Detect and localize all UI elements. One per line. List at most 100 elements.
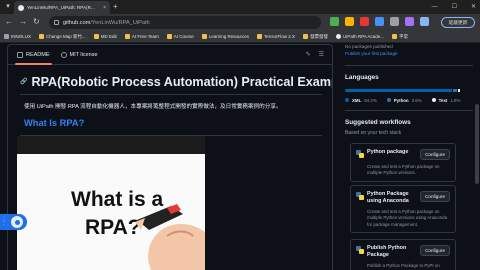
python-logo-icon [356,246,364,254]
workflow-title: Python package [367,149,409,155]
publish-package-link[interactable]: Publish your first package [345,51,473,58]
new-tab-button[interactable]: + [113,2,118,12]
whiteboard-illustration: What is a RPA? [17,154,205,270]
browser-tab-active[interactable]: YenLinWu/RPA_UiPath: RPA(R... × [14,1,110,14]
forward-button[interactable]: → [19,17,27,27]
extension-icon[interactable] [405,17,414,26]
video-thumbnail[interactable]: What is a RPA? [17,136,205,270]
language-name: Python [393,97,409,103]
language-dot-icon [431,98,436,102]
readme-tabs: README MIT license ✎ ☰ [8,45,332,65]
bookmark-label: TensorFlow 2.X [264,34,296,39]
readme-title-text: RPA(Robotic Process Automation) Practica… [31,74,333,89]
bookmarks-bar: INNOLUX Change Map 新竹... MD Edit AI Free… [0,31,480,43]
bookmark-label: AI Course [173,34,194,39]
divider [345,110,473,111]
github-favicon-icon [18,4,24,11]
languages-heading: Languages [345,74,379,81]
extension-icon[interactable] [345,17,354,26]
update-button[interactable]: 延緩更新 [441,17,475,28]
url-host: github.com [63,19,91,26]
bookmark-item[interactable]: UiPath RPA Acade... [336,34,384,39]
floating-assistant-button[interactable]: ⋮ ⋮ [0,214,27,230]
bookmark-item[interactable]: INNOLUX [4,34,31,39]
assistant-icon [11,216,23,228]
folder-icon [124,34,130,39]
repo-sidebar: No packages published Publish your first… [345,44,473,270]
browser-toolbar: ← → ↻ github.com/YenLinWu/RPA_UiPath 延緩更… [0,14,480,31]
configure-button[interactable]: Configure [420,149,450,160]
language-item[interactable]: XML 94.2% [345,97,377,103]
language-bar-segment [457,89,460,92]
outline-icon[interactable]: ☰ [319,51,324,59]
url-text: github.com/YenLinWu/RPA_UiPath [63,20,150,26]
configure-button[interactable]: Configure [420,191,450,202]
tab-license-label: MIT license [69,51,98,58]
language-dot-icon [345,98,349,102]
extension-icon[interactable] [360,17,369,26]
close-window-button[interactable]: ✕ [471,2,476,12]
tab-readme[interactable]: README [15,45,52,65]
browser-tab-title: YenLinWu/RPA_UiPath: RPA(R... [27,5,95,10]
tab-readme-label: README [26,51,50,58]
language-percent: 94.2% [364,97,377,103]
anchor-link-icon[interactable]: 🔗 [20,78,27,85]
github-icon [336,34,342,39]
language-item[interactable]: Python 3.6% [386,97,422,103]
bookmark-item[interactable]: TensorFlow 2.X [257,34,295,39]
language-percent: 3.6% [411,97,422,103]
maximize-button[interactable]: ☐ [452,2,457,12]
extension-icon[interactable] [375,17,384,26]
bookmark-item[interactable]: Change Map 新竹... [39,34,86,40]
bookmark-item[interactable]: 發票發發 [303,34,328,40]
workflow-title: Python Package using Anaconda [367,191,409,204]
workflow-card: Python Package using Anaconda Configure … [350,185,456,234]
language-name: XML [352,97,362,103]
url-path: /YenLinWu/RPA_UiPath [90,19,150,26]
language-name: Text [438,97,448,103]
language-bar [345,89,461,92]
bookmark-label: 平常 [399,33,409,39]
readme-actions: ✎ ☰ [306,51,324,59]
extensions-row [330,17,429,26]
bookmark-item[interactable]: 平常 [392,34,408,40]
bookmark-item[interactable]: Learning Resources [201,34,249,39]
tab-search-button[interactable]: ▾ [3,2,13,12]
folder-icon [392,34,398,39]
minimize-button[interactable]: — [432,2,438,12]
profile-avatar-icon[interactable] [420,17,429,26]
workflow-description: Create and test a Python package on mult… [367,164,440,176]
workflow-description: Create and test a Python package on mult… [367,209,448,227]
python-logo-icon [356,192,364,200]
language-item[interactable]: Text 1.8% [431,97,461,103]
extension-icon[interactable] [330,17,339,26]
back-button[interactable]: ← [5,17,13,27]
tab-mit-license[interactable]: MIT license [60,45,98,65]
readme-content: 🔗 RPA(Robotic Process Automation) Practi… [8,65,332,136]
language-legend: XML 94.2% Python 3.6% Text 1.8% [345,97,465,103]
extension-icon[interactable] [390,17,399,26]
bookmark-label: Change Map 新竹... [46,33,86,39]
folder-icon [257,34,263,39]
python-logo-icon [356,150,364,158]
tab-close-icon[interactable]: × [103,5,106,11]
configure-button[interactable]: Configure [420,245,450,256]
bookmark-item[interactable]: MD Edit [93,34,117,39]
readme-intro: 使用 UiPath 開發 RPA 流程自動化機器人，本專案將蒐整程式開發的實際做… [24,104,282,110]
bookmark-item[interactable]: AI Free Team [124,34,159,39]
language-percent: 1.8% [450,97,461,103]
section-heading-what-is-rpa: What Is RPA? [24,118,85,128]
address-bar[interactable]: github.com/YenLinWu/RPA_UiPath [49,16,321,29]
workflow-description: Publish a Python Package to PyPI on [367,263,440,268]
edit-icon[interactable]: ✎ [306,51,311,59]
bookmark-label: 發票發發 [310,33,329,39]
book-icon [17,51,23,58]
folder-icon [303,34,309,39]
scrollbar-thumb[interactable] [475,104,479,184]
drag-handle-icon[interactable]: ⋮ ⋮ [1,218,7,226]
page-scrollbar[interactable] [474,44,480,270]
divider [20,94,322,95]
bookmark-item[interactable]: AI Course [166,34,194,39]
workflow-title: Publish Python Package [367,245,407,258]
reload-button[interactable]: ↻ [33,17,40,27]
